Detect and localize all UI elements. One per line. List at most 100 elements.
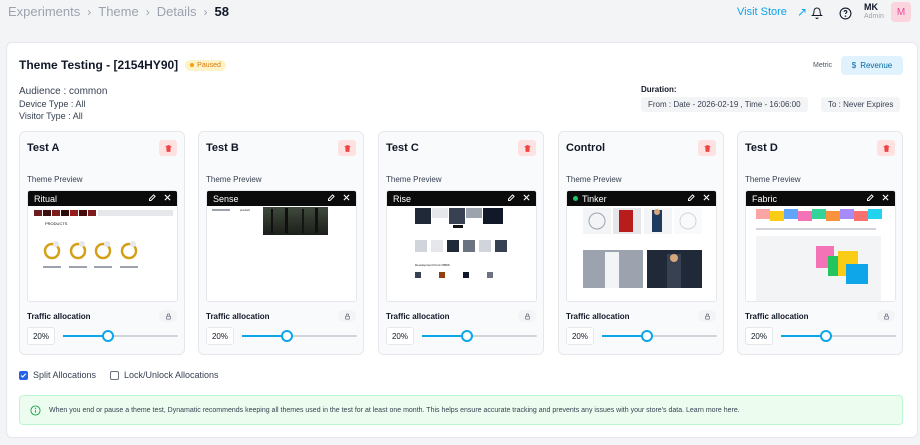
lock-toggle[interactable] <box>698 310 716 322</box>
allocation-slider[interactable] <box>602 330 717 342</box>
experiment-panel: Theme Testing - [2154HY90] Paused Audien… <box>6 42 918 438</box>
allocation-slider[interactable] <box>242 330 357 342</box>
slider-thumb[interactable] <box>281 330 293 342</box>
close-icon[interactable] <box>702 193 711 202</box>
traffic-allocation-label: Traffic allocation <box>206 312 270 321</box>
duration-to: To : Never Expires <box>821 97 901 112</box>
external-link-icon: ↗ <box>796 5 807 19</box>
edit-icon[interactable] <box>866 193 875 202</box>
theme-preview-header: Rise <box>387 191 536 206</box>
chevron-right-icon: › <box>145 4 150 19</box>
close-icon[interactable] <box>163 193 172 202</box>
split-allocations-checkbox[interactable] <box>19 370 28 380</box>
lock-icon <box>344 313 350 319</box>
status-text: Paused <box>197 61 221 69</box>
close-icon[interactable] <box>522 193 531 202</box>
theme-preview-header: Ritual <box>28 191 177 206</box>
slider-thumb[interactable] <box>461 330 473 342</box>
variant-title: Control <box>566 142 606 154</box>
theme-name: Tinker <box>582 193 607 204</box>
breadcrumb-current: 58 <box>214 4 229 19</box>
metric-button[interactable]: $ Revenue <box>841 56 903 75</box>
info-icon <box>30 404 41 416</box>
split-allocations-option[interactable]: Split Allocations <box>19 370 96 380</box>
edit-icon[interactable] <box>327 193 336 202</box>
theme-preview-label: Theme Preview <box>27 175 83 184</box>
theme-name: Sense <box>213 193 239 204</box>
close-icon[interactable] <box>881 193 890 202</box>
theme-preview[interactable]: Sense product <box>206 190 357 302</box>
delete-button[interactable] <box>159 140 177 156</box>
visit-store-label: Visit Store <box>737 6 787 18</box>
lock-toggle[interactable] <box>159 310 177 322</box>
theme-preview[interactable]: Fabric <box>745 190 896 302</box>
allocation-input[interactable]: 20% <box>27 327 55 345</box>
lock-icon <box>883 313 889 319</box>
allocation-input[interactable]: 20% <box>566 327 594 345</box>
bell-icon <box>811 7 823 19</box>
lock-allocations-checkbox[interactable] <box>110 370 119 380</box>
trash-icon <box>344 144 350 152</box>
delete-button[interactable] <box>698 140 716 156</box>
preview-image: product <box>207 206 356 301</box>
preview-tools <box>148 193 172 202</box>
preview-tools <box>507 193 531 202</box>
theme-name: Rise <box>393 193 412 204</box>
user-info[interactable]: MK Admin <box>864 2 884 22</box>
device-type-text: Device Type : All <box>19 99 86 109</box>
breadcrumb-details[interactable]: Details <box>157 4 197 19</box>
delete-button[interactable] <box>518 140 536 156</box>
allocation-input[interactable]: 20% <box>206 327 234 345</box>
theme-preview[interactable]: Ritual PRODUCTS <box>27 190 178 302</box>
lock-allocations-option[interactable]: Lock/Unlock Allocations <box>110 370 219 380</box>
avatar[interactable]: M <box>891 2 911 22</box>
slider-thumb[interactable] <box>820 330 832 342</box>
slider-thumb[interactable] <box>102 330 114 342</box>
preview-image <box>567 206 716 301</box>
traffic-allocation-label: Traffic allocation <box>386 312 450 321</box>
slider-thumb[interactable] <box>641 330 653 342</box>
lock-toggle[interactable] <box>338 310 356 322</box>
notifications-button[interactable] <box>807 3 827 23</box>
close-icon[interactable] <box>342 193 351 202</box>
theme-name: Fabric <box>752 193 778 204</box>
allocation-slider[interactable] <box>422 330 537 342</box>
visit-store-link[interactable]: Visit Store ↗ <box>737 5 807 19</box>
experiment-meta: Audience : common Device Type : All Visi… <box>19 86 107 122</box>
delete-button[interactable] <box>338 140 356 156</box>
allocation-input[interactable]: 20% <box>386 327 414 345</box>
theme-preview[interactable]: Tinker <box>566 190 717 302</box>
lock-toggle[interactable] <box>877 310 895 322</box>
edit-icon[interactable] <box>507 193 516 202</box>
help-button[interactable] <box>835 3 855 23</box>
lock-icon <box>165 313 171 319</box>
edit-icon[interactable] <box>687 193 696 202</box>
info-notice-text: When you end or pause a theme test, Dyna… <box>49 406 740 414</box>
slider-fill <box>602 335 645 337</box>
variant-title: Test D <box>745 142 778 154</box>
lock-toggle[interactable] <box>518 310 536 322</box>
trash-icon <box>165 144 171 152</box>
active-dot-icon <box>573 196 578 201</box>
user-name: MK <box>864 2 878 12</box>
edit-icon[interactable] <box>148 193 157 202</box>
split-allocations-label: Split Allocations <box>33 370 97 380</box>
traffic-allocation-label: Traffic allocation <box>745 312 809 321</box>
variant-card: Control Theme Preview Tinker Traffic alloca… <box>558 131 724 355</box>
breadcrumb-experiments[interactable]: Experiments <box>8 4 80 19</box>
dollar-icon: $ <box>851 61 857 70</box>
theme-preview[interactable]: Rise Development Front OBRK <box>386 190 537 302</box>
delete-button[interactable] <box>877 140 895 156</box>
allocation-input[interactable]: 20% <box>745 327 773 345</box>
variant-title: Test B <box>206 142 239 154</box>
chevron-right-icon: › <box>203 4 208 19</box>
breadcrumb-theme[interactable]: Theme <box>98 4 138 19</box>
allocation-slider[interactable] <box>63 330 178 342</box>
duration-label: Duration: <box>641 85 677 94</box>
help-icon <box>839 7 851 19</box>
variant-title: Test A <box>27 142 60 154</box>
preview-image <box>746 206 895 301</box>
variant-card: Test C Theme Preview Rise Development Front… <box>378 131 544 355</box>
lock-icon <box>704 313 710 319</box>
allocation-slider[interactable] <box>781 330 896 342</box>
